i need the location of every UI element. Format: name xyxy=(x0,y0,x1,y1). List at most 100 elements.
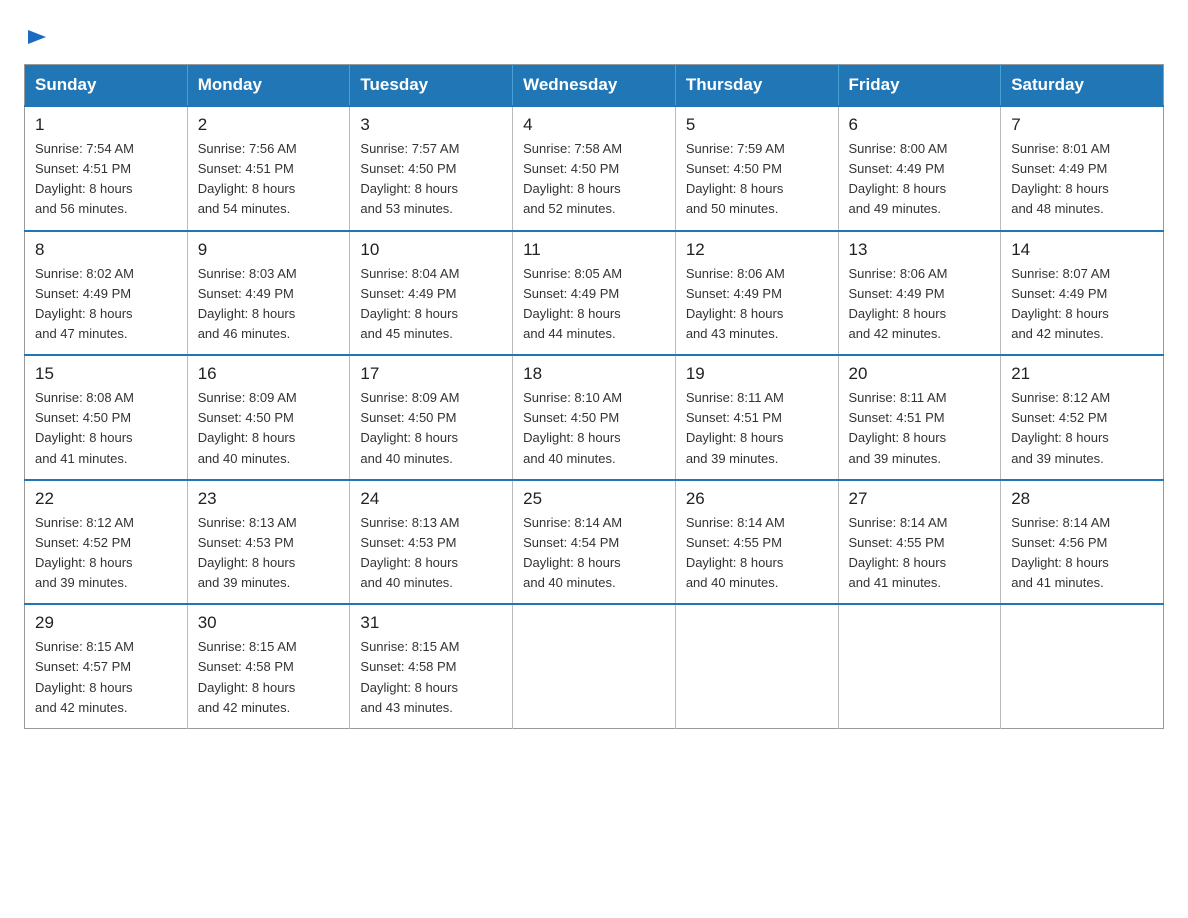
calendar-cell: 30 Sunrise: 8:15 AM Sunset: 4:58 PM Dayl… xyxy=(187,604,350,728)
calendar-cell: 16 Sunrise: 8:09 AM Sunset: 4:50 PM Dayl… xyxy=(187,355,350,480)
column-header-friday: Friday xyxy=(838,65,1001,107)
calendar-cell: 20 Sunrise: 8:11 AM Sunset: 4:51 PM Dayl… xyxy=(838,355,1001,480)
day-number: 2 xyxy=(198,115,340,135)
day-number: 9 xyxy=(198,240,340,260)
day-info: Sunrise: 8:12 AM Sunset: 4:52 PM Dayligh… xyxy=(1011,388,1153,469)
day-info: Sunrise: 8:04 AM Sunset: 4:49 PM Dayligh… xyxy=(360,264,502,345)
week-row-1: 1 Sunrise: 7:54 AM Sunset: 4:51 PM Dayli… xyxy=(25,106,1164,231)
day-info: Sunrise: 8:15 AM Sunset: 4:58 PM Dayligh… xyxy=(360,637,502,718)
week-row-2: 8 Sunrise: 8:02 AM Sunset: 4:49 PM Dayli… xyxy=(25,231,1164,356)
day-info: Sunrise: 8:14 AM Sunset: 4:56 PM Dayligh… xyxy=(1011,513,1153,594)
week-row-5: 29 Sunrise: 8:15 AM Sunset: 4:57 PM Dayl… xyxy=(25,604,1164,728)
calendar-cell: 10 Sunrise: 8:04 AM Sunset: 4:49 PM Dayl… xyxy=(350,231,513,356)
day-info: Sunrise: 8:05 AM Sunset: 4:49 PM Dayligh… xyxy=(523,264,665,345)
day-number: 5 xyxy=(686,115,828,135)
day-info: Sunrise: 7:56 AM Sunset: 4:51 PM Dayligh… xyxy=(198,139,340,220)
page-header xyxy=(24,24,1164,48)
day-info: Sunrise: 8:02 AM Sunset: 4:49 PM Dayligh… xyxy=(35,264,177,345)
calendar-cell: 25 Sunrise: 8:14 AM Sunset: 4:54 PM Dayl… xyxy=(513,480,676,605)
day-info: Sunrise: 8:10 AM Sunset: 4:50 PM Dayligh… xyxy=(523,388,665,469)
day-number: 28 xyxy=(1011,489,1153,509)
day-info: Sunrise: 8:07 AM Sunset: 4:49 PM Dayligh… xyxy=(1011,264,1153,345)
day-number: 14 xyxy=(1011,240,1153,260)
calendar-cell: 2 Sunrise: 7:56 AM Sunset: 4:51 PM Dayli… xyxy=(187,106,350,231)
day-number: 12 xyxy=(686,240,828,260)
calendar-cell: 27 Sunrise: 8:14 AM Sunset: 4:55 PM Dayl… xyxy=(838,480,1001,605)
calendar-cell: 18 Sunrise: 8:10 AM Sunset: 4:50 PM Dayl… xyxy=(513,355,676,480)
column-header-tuesday: Tuesday xyxy=(350,65,513,107)
day-number: 15 xyxy=(35,364,177,384)
day-number: 3 xyxy=(360,115,502,135)
day-number: 29 xyxy=(35,613,177,633)
day-number: 8 xyxy=(35,240,177,260)
day-info: Sunrise: 8:11 AM Sunset: 4:51 PM Dayligh… xyxy=(849,388,991,469)
column-header-thursday: Thursday xyxy=(675,65,838,107)
calendar-cell: 17 Sunrise: 8:09 AM Sunset: 4:50 PM Dayl… xyxy=(350,355,513,480)
calendar-cell: 14 Sunrise: 8:07 AM Sunset: 4:49 PM Dayl… xyxy=(1001,231,1164,356)
day-info: Sunrise: 8:06 AM Sunset: 4:49 PM Dayligh… xyxy=(849,264,991,345)
day-info: Sunrise: 8:14 AM Sunset: 4:54 PM Dayligh… xyxy=(523,513,665,594)
day-info: Sunrise: 7:58 AM Sunset: 4:50 PM Dayligh… xyxy=(523,139,665,220)
day-number: 20 xyxy=(849,364,991,384)
calendar-cell xyxy=(838,604,1001,728)
column-header-wednesday: Wednesday xyxy=(513,65,676,107)
calendar-cell: 6 Sunrise: 8:00 AM Sunset: 4:49 PM Dayli… xyxy=(838,106,1001,231)
day-number: 13 xyxy=(849,240,991,260)
day-info: Sunrise: 8:03 AM Sunset: 4:49 PM Dayligh… xyxy=(198,264,340,345)
calendar-cell xyxy=(675,604,838,728)
calendar-cell: 24 Sunrise: 8:13 AM Sunset: 4:53 PM Dayl… xyxy=(350,480,513,605)
day-number: 1 xyxy=(35,115,177,135)
calendar-cell: 4 Sunrise: 7:58 AM Sunset: 4:50 PM Dayli… xyxy=(513,106,676,231)
day-info: Sunrise: 8:06 AM Sunset: 4:49 PM Dayligh… xyxy=(686,264,828,345)
day-number: 24 xyxy=(360,489,502,509)
week-row-3: 15 Sunrise: 8:08 AM Sunset: 4:50 PM Dayl… xyxy=(25,355,1164,480)
calendar-cell: 9 Sunrise: 8:03 AM Sunset: 4:49 PM Dayli… xyxy=(187,231,350,356)
column-header-saturday: Saturday xyxy=(1001,65,1164,107)
day-number: 11 xyxy=(523,240,665,260)
day-info: Sunrise: 8:13 AM Sunset: 4:53 PM Dayligh… xyxy=(360,513,502,594)
calendar-table: SundayMondayTuesdayWednesdayThursdayFrid… xyxy=(24,64,1164,729)
day-info: Sunrise: 8:11 AM Sunset: 4:51 PM Dayligh… xyxy=(686,388,828,469)
calendar-cell: 12 Sunrise: 8:06 AM Sunset: 4:49 PM Dayl… xyxy=(675,231,838,356)
day-info: Sunrise: 7:57 AM Sunset: 4:50 PM Dayligh… xyxy=(360,139,502,220)
calendar-cell: 1 Sunrise: 7:54 AM Sunset: 4:51 PM Dayli… xyxy=(25,106,188,231)
day-info: Sunrise: 8:15 AM Sunset: 4:57 PM Dayligh… xyxy=(35,637,177,718)
logo-arrow-icon xyxy=(26,26,48,48)
column-header-sunday: Sunday xyxy=(25,65,188,107)
calendar-cell: 8 Sunrise: 8:02 AM Sunset: 4:49 PM Dayli… xyxy=(25,231,188,356)
calendar-cell: 28 Sunrise: 8:14 AM Sunset: 4:56 PM Dayl… xyxy=(1001,480,1164,605)
day-number: 21 xyxy=(1011,364,1153,384)
calendar-cell xyxy=(1001,604,1164,728)
day-info: Sunrise: 8:14 AM Sunset: 4:55 PM Dayligh… xyxy=(686,513,828,594)
day-info: Sunrise: 8:01 AM Sunset: 4:49 PM Dayligh… xyxy=(1011,139,1153,220)
calendar-cell: 19 Sunrise: 8:11 AM Sunset: 4:51 PM Dayl… xyxy=(675,355,838,480)
calendar-cell xyxy=(513,604,676,728)
day-number: 22 xyxy=(35,489,177,509)
logo xyxy=(24,24,48,48)
calendar-cell: 5 Sunrise: 7:59 AM Sunset: 4:50 PM Dayli… xyxy=(675,106,838,231)
day-number: 16 xyxy=(198,364,340,384)
day-number: 10 xyxy=(360,240,502,260)
column-header-monday: Monday xyxy=(187,65,350,107)
day-number: 25 xyxy=(523,489,665,509)
day-number: 4 xyxy=(523,115,665,135)
calendar-cell: 31 Sunrise: 8:15 AM Sunset: 4:58 PM Dayl… xyxy=(350,604,513,728)
calendar-cell: 3 Sunrise: 7:57 AM Sunset: 4:50 PM Dayli… xyxy=(350,106,513,231)
calendar-cell: 22 Sunrise: 8:12 AM Sunset: 4:52 PM Dayl… xyxy=(25,480,188,605)
day-number: 30 xyxy=(198,613,340,633)
day-info: Sunrise: 8:15 AM Sunset: 4:58 PM Dayligh… xyxy=(198,637,340,718)
calendar-cell: 26 Sunrise: 8:14 AM Sunset: 4:55 PM Dayl… xyxy=(675,480,838,605)
day-info: Sunrise: 7:54 AM Sunset: 4:51 PM Dayligh… xyxy=(35,139,177,220)
calendar-cell: 11 Sunrise: 8:05 AM Sunset: 4:49 PM Dayl… xyxy=(513,231,676,356)
calendar-cell: 13 Sunrise: 8:06 AM Sunset: 4:49 PM Dayl… xyxy=(838,231,1001,356)
day-number: 19 xyxy=(686,364,828,384)
day-number: 27 xyxy=(849,489,991,509)
calendar-cell: 15 Sunrise: 8:08 AM Sunset: 4:50 PM Dayl… xyxy=(25,355,188,480)
day-number: 6 xyxy=(849,115,991,135)
calendar-cell: 29 Sunrise: 8:15 AM Sunset: 4:57 PM Dayl… xyxy=(25,604,188,728)
day-info: Sunrise: 8:00 AM Sunset: 4:49 PM Dayligh… xyxy=(849,139,991,220)
day-number: 23 xyxy=(198,489,340,509)
calendar-cell: 23 Sunrise: 8:13 AM Sunset: 4:53 PM Dayl… xyxy=(187,480,350,605)
day-info: Sunrise: 8:09 AM Sunset: 4:50 PM Dayligh… xyxy=(198,388,340,469)
day-number: 17 xyxy=(360,364,502,384)
